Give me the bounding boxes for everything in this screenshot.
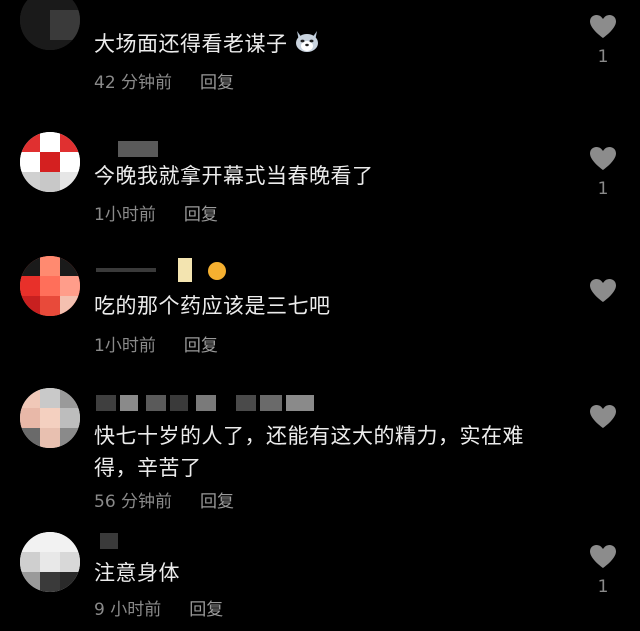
like-button[interactable] <box>586 404 620 437</box>
comment-time: 42 分钟前 <box>94 73 173 93</box>
comment-text: 大场面还得看老谋子 <box>94 28 584 62</box>
reply-button[interactable]: 回复 <box>184 204 218 226</box>
comment-time: 56 分钟前 <box>94 492 173 512</box>
like-button[interactable]: 1 <box>586 544 620 597</box>
reply-button[interactable]: 回复 <box>184 335 218 357</box>
heart-icon <box>590 279 616 302</box>
avatar[interactable] <box>20 388 80 448</box>
comment-time: 1小时前 <box>94 336 156 356</box>
like-button[interactable]: 1 <box>586 146 620 199</box>
like-count: 1 <box>597 47 609 67</box>
like-button[interactable]: 1 <box>586 14 620 67</box>
heart-icon <box>590 545 616 568</box>
heart-icon <box>590 15 616 38</box>
like-count: 1 <box>597 577 609 597</box>
comment-time: 1小时前 <box>94 205 156 225</box>
comment-text: 吃的那个药应该是三七吧 <box>94 294 331 318</box>
heart-icon <box>590 147 616 170</box>
reply-button[interactable]: 回复 <box>189 599 223 621</box>
comment-meta: 1小时前 回复 <box>94 335 218 357</box>
avatar[interactable] <box>20 0 80 50</box>
comment-meta: 42 分钟前 回复 <box>94 72 234 94</box>
comment-text: 今晚我就拿开幕式当春晚看了 <box>94 164 374 188</box>
reply-button[interactable]: 回复 <box>200 72 234 94</box>
comment-meta: 56 分钟前 回复 <box>94 491 234 513</box>
avatar[interactable] <box>20 532 80 592</box>
like-count: 1 <box>597 179 609 199</box>
comment-text-line: 快七十岁的人了，还能有这大的精力，实在难 <box>94 424 524 448</box>
wolf-emoji-icon <box>294 29 320 62</box>
comment-text-line: 得，辛苦了 <box>94 456 202 480</box>
comment-meta: 9 小时前 回复 <box>94 599 223 621</box>
comment-text: 注意身体 <box>94 561 180 585</box>
comment-meta: 1小时前 回复 <box>94 204 218 226</box>
avatar[interactable] <box>20 132 80 192</box>
like-button[interactable] <box>586 278 620 311</box>
avatar[interactable] <box>20 256 80 316</box>
comment-time: 9 小时前 <box>94 600 162 620</box>
comment-text: 快七十岁的人了，还能有这大的精力，实在难 得，辛苦了 <box>94 420 584 484</box>
heart-icon <box>590 405 616 428</box>
reply-button[interactable]: 回复 <box>200 491 234 513</box>
